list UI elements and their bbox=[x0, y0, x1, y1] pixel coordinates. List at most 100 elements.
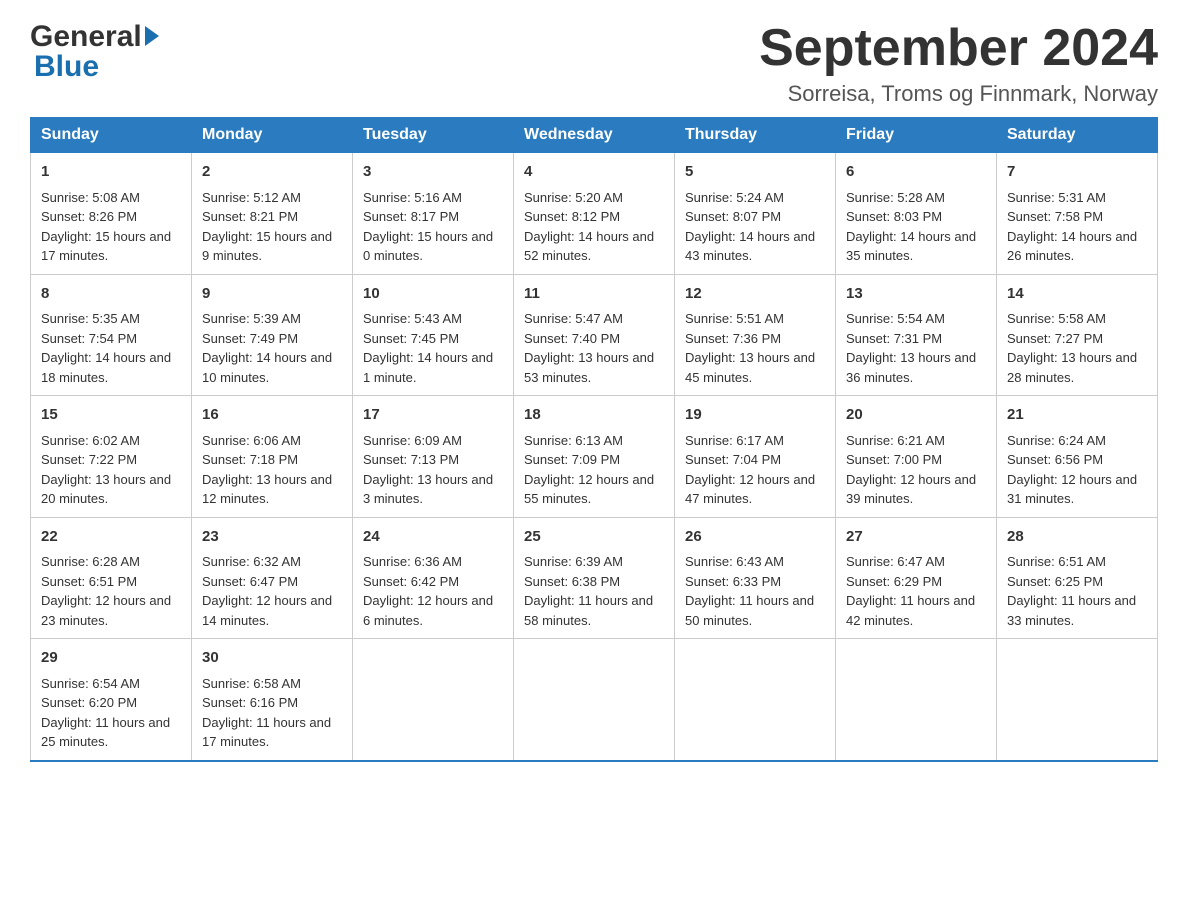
calendar-cell: 19Sunrise: 6:17 AMSunset: 7:04 PMDayligh… bbox=[675, 396, 836, 518]
sunset-text: Sunset: 7:18 PM bbox=[202, 452, 298, 467]
calendar-week-row: 29Sunrise: 6:54 AMSunset: 6:20 PMDayligh… bbox=[31, 639, 1158, 761]
sunset-text: Sunset: 6:42 PM bbox=[363, 574, 459, 589]
daylight-text: Daylight: 13 hours and 28 minutes. bbox=[1007, 350, 1137, 385]
daylight-text: Daylight: 12 hours and 23 minutes. bbox=[41, 593, 171, 628]
calendar-cell: 24 Sunrise: 6:36 AM Sunset: 6:42 PM Dayligh… bbox=[353, 517, 514, 639]
calendar-cell: 30Sunrise: 6:58 AMSunset: 6:16 PMDayligh… bbox=[192, 639, 353, 761]
sunrise-text: Sunrise: 5:35 AM bbox=[41, 311, 140, 326]
logo: General Blue bbox=[30, 20, 159, 84]
daylight-text: Daylight: 11 hours and 25 minutes. bbox=[41, 715, 170, 750]
day-number: 20 bbox=[846, 404, 986, 427]
calendar-cell: 23Sunrise: 6:32 AMSunset: 6:47 PMDayligh… bbox=[192, 517, 353, 639]
sunset-text: Sunset: 7:58 PM bbox=[1007, 209, 1103, 224]
sunset-text: Sunset: 7:09 PM bbox=[524, 452, 620, 467]
calendar-cell: 2Sunrise: 5:12 AMSunset: 8:21 PMDaylight… bbox=[192, 153, 353, 275]
daylight-text: Daylight: 12 hours and 39 minutes. bbox=[846, 472, 976, 507]
calendar-cell: 22Sunrise: 6:28 AMSunset: 6:51 PMDayligh… bbox=[31, 517, 192, 639]
sunrise-text: Sunrise: 5:20 AM bbox=[524, 190, 623, 205]
day-number: 14 bbox=[1007, 283, 1147, 306]
calendar-cell: 27 Sunrise: 6:47 AM Sunset: 6:29 PM Dayligh… bbox=[836, 517, 997, 639]
sunset-text: Sunset: 6:38 PM bbox=[524, 574, 620, 589]
page-header: General Blue September 2024 Sorreisa, Tr… bbox=[30, 20, 1158, 107]
daylight-text: Daylight: 14 hours and 52 minutes. bbox=[524, 229, 654, 264]
day-number: 17 bbox=[363, 404, 503, 427]
sunset-text: Sunset: 7:31 PM bbox=[846, 331, 942, 346]
sunset-text: Sunset: 6:51 PM bbox=[41, 574, 137, 589]
sunrise-text: Sunrise: 6:24 AM bbox=[1007, 433, 1106, 448]
calendar-header-sunday: Sunday bbox=[31, 118, 192, 153]
day-number: 27 bbox=[846, 526, 986, 549]
sunrise-text: Sunrise: 6:51 AM bbox=[1007, 554, 1106, 569]
sunrise-text: Sunrise: 6:43 AM bbox=[685, 554, 784, 569]
calendar-week-row: 22Sunrise: 6:28 AMSunset: 6:51 PMDayligh… bbox=[31, 517, 1158, 639]
sunset-text: Sunset: 7:40 PM bbox=[524, 331, 620, 346]
day-number: 9 bbox=[202, 283, 342, 306]
sunset-text: Sunset: 7:22 PM bbox=[41, 452, 137, 467]
daylight-text: Daylight: 15 hours and 17 minutes. bbox=[41, 229, 171, 264]
sunset-text: Sunset: 6:25 PM bbox=[1007, 574, 1103, 589]
daylight-text: Daylight: 11 hours and 42 minutes. bbox=[846, 593, 975, 628]
day-number: 23 bbox=[202, 526, 342, 549]
sunrise-text: Sunrise: 6:13 AM bbox=[524, 433, 623, 448]
sunrise-text: Sunrise: 6:06 AM bbox=[202, 433, 301, 448]
calendar-cell bbox=[836, 639, 997, 761]
calendar-cell bbox=[997, 639, 1158, 761]
location-subtitle: Sorreisa, Troms og Finnmark, Norway bbox=[759, 81, 1158, 107]
calendar-header-row: SundayMondayTuesdayWednesdayThursdayFrid… bbox=[31, 118, 1158, 153]
calendar-cell: 9Sunrise: 5:39 AMSunset: 7:49 PMDaylight… bbox=[192, 274, 353, 396]
daylight-text: Daylight: 13 hours and 12 minutes. bbox=[202, 472, 332, 507]
daylight-text: Daylight: 12 hours and 6 minutes. bbox=[363, 593, 493, 628]
day-number: 24 bbox=[363, 526, 503, 549]
sunset-text: Sunset: 6:47 PM bbox=[202, 574, 298, 589]
calendar-table: SundayMondayTuesdayWednesdayThursdayFrid… bbox=[30, 117, 1158, 762]
sunset-text: Sunset: 7:45 PM bbox=[363, 331, 459, 346]
daylight-text: Daylight: 12 hours and 31 minutes. bbox=[1007, 472, 1137, 507]
calendar-header-tuesday: Tuesday bbox=[353, 118, 514, 153]
day-number: 15 bbox=[41, 404, 181, 427]
calendar-cell: 26Sunrise: 6:43 AMSunset: 6:33 PMDayligh… bbox=[675, 517, 836, 639]
daylight-text: Daylight: 13 hours and 45 minutes. bbox=[685, 350, 815, 385]
month-title: September 2024 bbox=[759, 20, 1158, 77]
sunset-text: Sunset: 6:33 PM bbox=[685, 574, 781, 589]
sunrise-text: Sunrise: 5:31 AM bbox=[1007, 190, 1106, 205]
sunrise-text: Sunrise: 6:28 AM bbox=[41, 554, 140, 569]
calendar-cell bbox=[514, 639, 675, 761]
calendar-cell: 16 Sunrise: 6:06 AM Sunset: 7:18 PM Dayligh… bbox=[192, 396, 353, 518]
calendar-cell bbox=[353, 639, 514, 761]
sunrise-text: Sunrise: 6:39 AM bbox=[524, 554, 623, 569]
sunset-text: Sunset: 6:29 PM bbox=[846, 574, 942, 589]
sunrise-text: Sunrise: 6:02 AM bbox=[41, 433, 140, 448]
daylight-text: Daylight: 13 hours and 36 minutes. bbox=[846, 350, 976, 385]
daylight-text: Daylight: 13 hours and 20 minutes. bbox=[41, 472, 171, 507]
sunset-text: Sunset: 7:00 PM bbox=[846, 452, 942, 467]
sunrise-text: Sunrise: 5:51 AM bbox=[685, 311, 784, 326]
calendar-cell: 11Sunrise: 5:47 AMSunset: 7:40 PMDayligh… bbox=[514, 274, 675, 396]
sunrise-text: Sunrise: 6:47 AM bbox=[846, 554, 945, 569]
sunrise-text: Sunrise: 5:47 AM bbox=[524, 311, 623, 326]
calendar-cell: 21Sunrise: 6:24 AMSunset: 6:56 PMDayligh… bbox=[997, 396, 1158, 518]
calendar-header-wednesday: Wednesday bbox=[514, 118, 675, 153]
sunrise-text: Sunrise: 5:24 AM bbox=[685, 190, 784, 205]
day-number: 30 bbox=[202, 647, 342, 670]
sunset-text: Sunset: 7:36 PM bbox=[685, 331, 781, 346]
calendar-cell: 10Sunrise: 5:43 AMSunset: 7:45 PMDayligh… bbox=[353, 274, 514, 396]
logo-triangle-icon bbox=[145, 26, 159, 46]
calendar-cell: 17Sunrise: 6:09 AMSunset: 7:13 PMDayligh… bbox=[353, 396, 514, 518]
sunset-text: Sunset: 6:16 PM bbox=[202, 695, 298, 710]
calendar-week-row: 1Sunrise: 5:08 AMSunset: 8:26 PMDaylight… bbox=[31, 153, 1158, 275]
daylight-text: Daylight: 12 hours and 55 minutes. bbox=[524, 472, 654, 507]
day-number: 6 bbox=[846, 161, 986, 184]
sunrise-text: Sunrise: 5:54 AM bbox=[846, 311, 945, 326]
sunrise-text: Sunrise: 6:32 AM bbox=[202, 554, 301, 569]
day-number: 16 bbox=[202, 404, 342, 427]
daylight-text: Daylight: 11 hours and 17 minutes. bbox=[202, 715, 331, 750]
daylight-text: Daylight: 11 hours and 33 minutes. bbox=[1007, 593, 1136, 628]
sunrise-text: Sunrise: 6:36 AM bbox=[363, 554, 462, 569]
sunset-text: Sunset: 7:49 PM bbox=[202, 331, 298, 346]
sunset-text: Sunset: 8:21 PM bbox=[202, 209, 298, 224]
calendar-cell: 25Sunrise: 6:39 AMSunset: 6:38 PMDayligh… bbox=[514, 517, 675, 639]
sunrise-text: Sunrise: 5:16 AM bbox=[363, 190, 462, 205]
calendar-cell: 5Sunrise: 5:24 AMSunset: 8:07 PMDaylight… bbox=[675, 153, 836, 275]
calendar-cell: 6Sunrise: 5:28 AMSunset: 8:03 PMDaylight… bbox=[836, 153, 997, 275]
calendar-cell bbox=[675, 639, 836, 761]
